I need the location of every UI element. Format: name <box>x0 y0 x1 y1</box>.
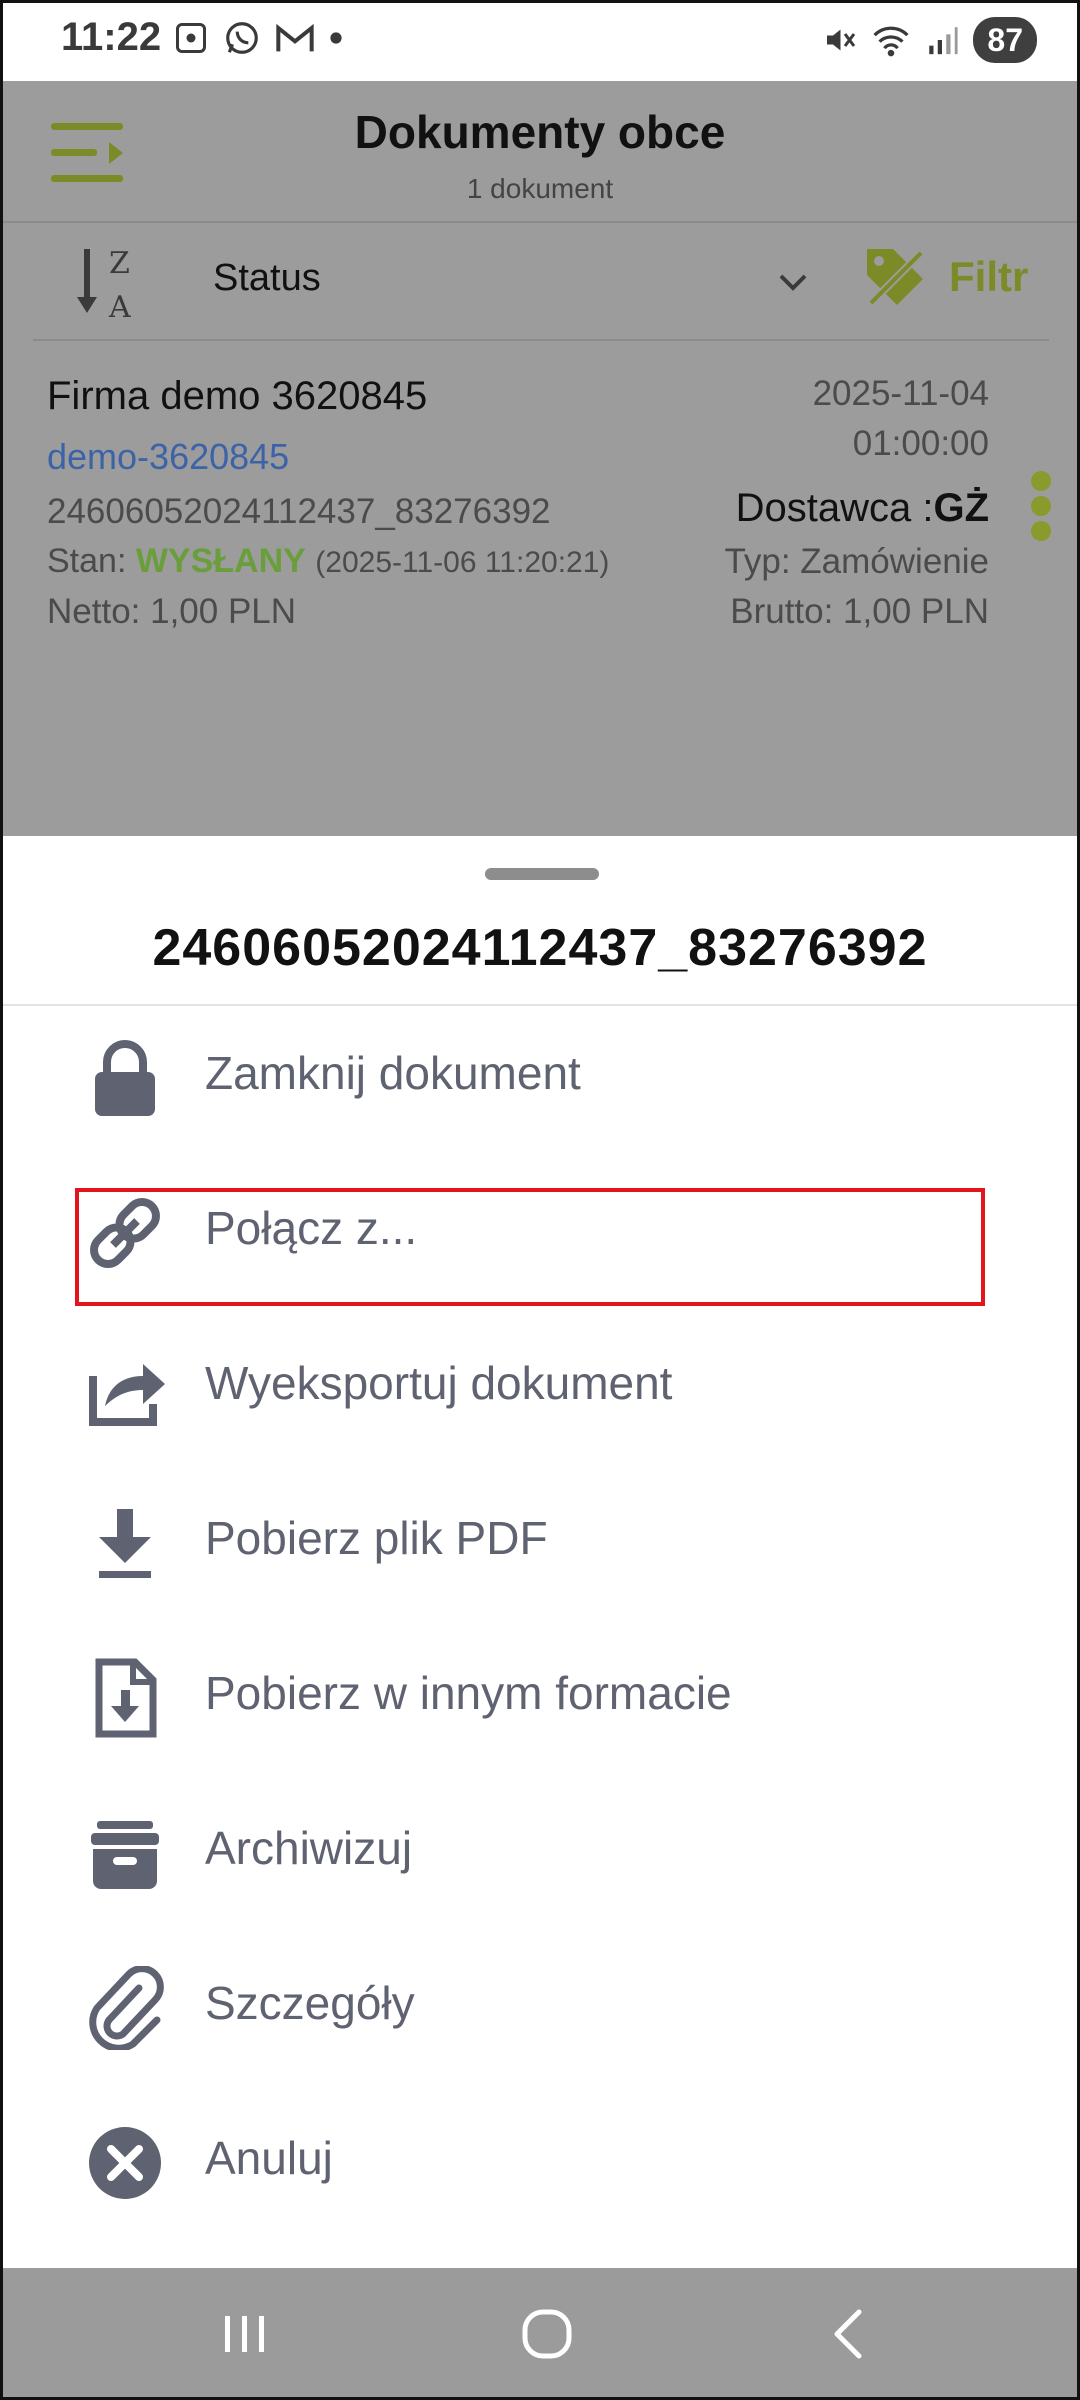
divider <box>3 1004 1077 1006</box>
back-icon[interactable] <box>821 2304 881 2364</box>
export-icon <box>89 1364 165 1426</box>
gmail-icon <box>276 23 314 52</box>
menu-item-export-document[interactable]: Wyeksportuj dokument <box>73 1318 993 1448</box>
menu-item-close-document[interactable]: Zamknij dokument <box>73 1008 993 1138</box>
document-time: 01:00:00 <box>852 424 989 463</box>
menu-item-details[interactable]: Szczegóły <box>73 1938 993 2068</box>
chevron-down-icon[interactable] <box>775 267 811 297</box>
highlight-box <box>75 1188 985 1306</box>
menu-item-label: Archiwizuj <box>205 1822 413 1874</box>
document-type: Typ: Zamówienie <box>724 542 989 581</box>
screenshot-icon <box>176 23 206 53</box>
status-time: 11:22 <box>61 15 162 59</box>
sort-filter-toolbar: Z A Status Filtr <box>3 223 1077 333</box>
dimmed-document-list[interactable]: Dokumenty obce 1 dokument Z A Status Fil… <box>3 81 1077 836</box>
cancel-icon <box>89 2127 161 2199</box>
mute-icon <box>827 29 856 51</box>
app-header: Dokumenty obce 1 dokument <box>3 81 1077 221</box>
sheet-title: 24606052024112437_83276392 <box>152 919 928 977</box>
signal-icon <box>929 27 958 55</box>
document-net: Netto: 1,00 PLN <box>47 592 297 631</box>
menu-item-label: Zamknij dokument <box>205 1047 581 1099</box>
archive-icon <box>91 1821 159 1889</box>
home-icon[interactable] <box>517 2304 577 2364</box>
phone-frame: 11:22 87 Dokumenty obce 1 dokument Z A S… <box>0 0 1080 2400</box>
document-supplier: Dostawca :GŻ <box>736 486 989 531</box>
filter-tag-icon[interactable] <box>863 245 927 309</box>
state-timestamp: (2025-11-06 11:20:21) <box>315 546 610 579</box>
sheet-drag-handle[interactable] <box>485 868 599 880</box>
download-icon <box>99 1509 151 1578</box>
svg-text:Z: Z <box>109 246 130 281</box>
divider <box>33 339 1049 341</box>
menu-item-download-other-format[interactable]: Pobierz w innym formacie <box>73 1628 993 1758</box>
document-list-item[interactable]: Firma demo 3620845 demo-3620845 24606052… <box>3 346 1077 646</box>
file-download-icon <box>95 1658 157 1738</box>
lock-icon <box>95 1040 155 1116</box>
document-company: Firma demo 3620845 <box>47 374 428 418</box>
filter-button[interactable]: Filtr <box>949 253 1028 301</box>
document-state: Stan: WYSŁANY (2025-11-06 11:20:21) <box>47 542 609 581</box>
supplier-code: GŻ <box>933 486 989 530</box>
dot-icon <box>330 32 342 44</box>
system-navigation-bar <box>3 2268 1077 2397</box>
battery-icon: 87 <box>973 17 1037 63</box>
notification-icons <box>173 19 343 57</box>
system-icons: 87 <box>821 17 1037 63</box>
document-number: 24606052024112437_83276392 <box>47 492 551 531</box>
paperclip-icon <box>89 1966 164 2050</box>
bottom-sheet: 24606052024112437_83276392 Zamknij dokum… <box>3 836 1077 2268</box>
wifi-icon <box>873 26 909 57</box>
menu-item-label: Anuluj <box>205 2132 333 2184</box>
document-company-link[interactable]: demo-3620845 <box>47 436 289 478</box>
page-title: Dokumenty obce <box>354 106 726 158</box>
recents-icon[interactable] <box>215 2304 275 2364</box>
menu-item-label: Pobierz plik PDF <box>205 1512 548 1564</box>
document-date: 2025-11-04 <box>812 374 989 413</box>
page-subtitle: 1 dokument <box>466 173 614 204</box>
sort-select[interactable]: Status <box>213 257 321 300</box>
menu-item-label: Wyeksportuj dokument <box>205 1357 673 1409</box>
menu-item-label: Pobierz w innym formacie <box>205 1667 732 1719</box>
document-gross: Brutto: 1,00 PLN <box>730 592 989 631</box>
svg-text:A: A <box>108 290 131 323</box>
menu-item-download-pdf[interactable]: Pobierz plik PDF <box>73 1473 993 1603</box>
supplier-prefix: Dostawca : <box>735 486 934 530</box>
sort-icon[interactable]: Z A <box>75 243 145 323</box>
menu-item-archive[interactable]: Archiwizuj <box>73 1783 993 1913</box>
status-bar: 11:22 87 <box>3 3 1077 81</box>
menu-item-cancel[interactable]: Anuluj <box>73 2093 993 2223</box>
more-options-icon[interactable] <box>1031 471 1055 541</box>
menu-item-label: Szczegóły <box>205 1977 415 2029</box>
state-prefix: Stan: <box>47 542 136 580</box>
whatsapp-icon <box>226 22 258 54</box>
state-value: WYSŁANY <box>135 542 306 580</box>
